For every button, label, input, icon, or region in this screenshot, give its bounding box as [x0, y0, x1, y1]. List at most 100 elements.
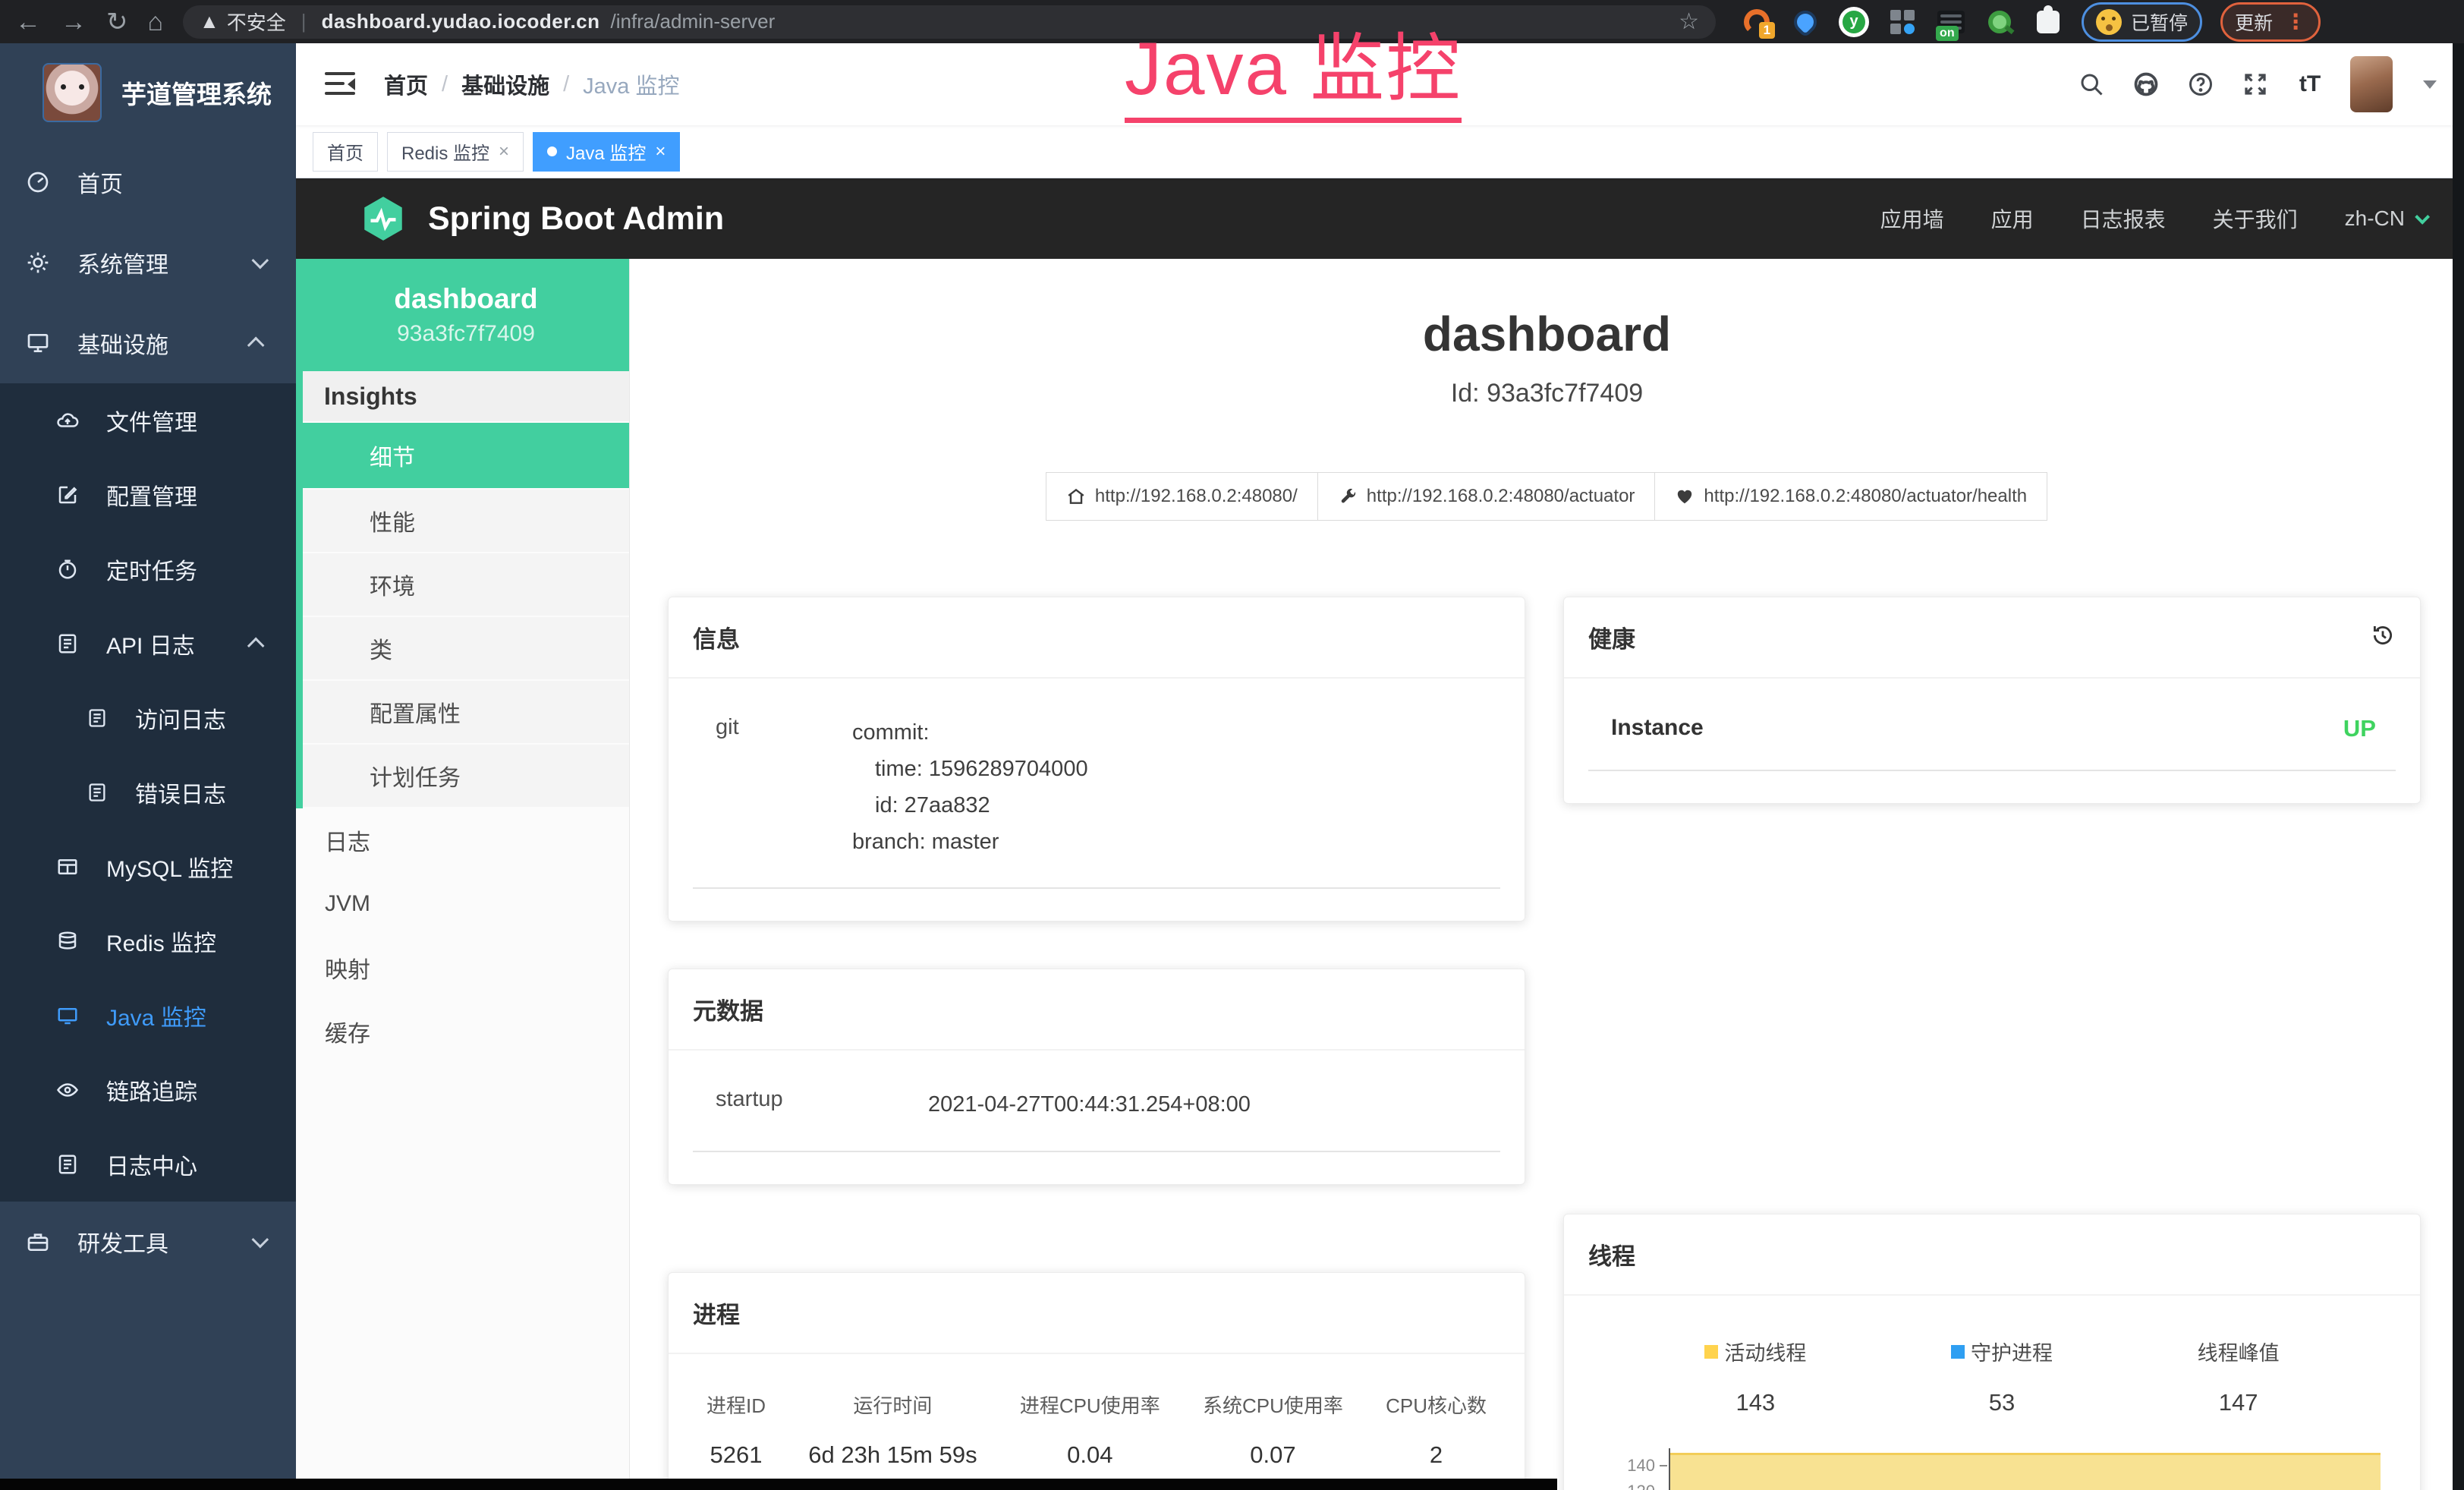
log-edit-icon: [87, 782, 108, 803]
metadata-key: startup: [693, 1087, 928, 1123]
stat-label: 进程CPU使用率: [1020, 1391, 1160, 1419]
sidebar-item-home[interactable]: 首页: [0, 142, 296, 222]
forward-icon[interactable]: →: [61, 9, 87, 35]
search-icon[interactable]: [2077, 70, 2106, 99]
extension-magnifier-icon[interactable]: [1984, 7, 2015, 37]
close-icon[interactable]: ×: [499, 141, 509, 162]
chevron-down-icon: [252, 1231, 269, 1249]
sba-nav-wallboard[interactable]: 应用墙: [1880, 203, 1944, 234]
stat-label: 进程ID: [706, 1391, 766, 1419]
git-branch-line: branch: master: [852, 824, 1088, 861]
menu-item-jvm[interactable]: JVM: [296, 872, 629, 936]
sidebar-item-tracing[interactable]: 链路追踪: [0, 1053, 296, 1127]
service-url-button[interactable]: http://192.168.0.2:48080/: [1046, 472, 1318, 521]
sidebar-item-log-center[interactable]: 日志中心: [0, 1127, 296, 1202]
sidebar-item-redis-monitor[interactable]: Redis 监控: [0, 904, 296, 978]
active-dot-icon: [547, 146, 557, 156]
close-icon[interactable]: ×: [655, 141, 666, 162]
font-size-icon[interactable]: tT: [2296, 70, 2324, 99]
sidebar-item-infra[interactable]: 基础设施: [0, 303, 296, 383]
extension-orange-icon[interactable]: 1: [1742, 7, 1772, 37]
sidebar-item-label: API 日志: [106, 627, 195, 660]
extension-list-icon[interactable]: on: [1936, 7, 1966, 37]
stat-value: 2: [1386, 1441, 1487, 1469]
extension-grid-icon[interactable]: [1887, 7, 1918, 37]
sba-nav-applications[interactable]: 应用: [1991, 203, 2034, 234]
user-avatar[interactable]: [2350, 56, 2393, 112]
tags-view-bar: 首页 Redis 监控 × Java 监控 ×: [296, 125, 2464, 178]
menu-item-scheduled-tasks[interactable]: 计划任务: [303, 745, 629, 808]
sidebar-item-system[interactable]: 系统管理: [0, 222, 296, 303]
github-icon[interactable]: [2132, 70, 2160, 99]
paused-label: 已暂停: [2131, 8, 2188, 36]
sidebar-item-access-log[interactable]: 访问日志: [0, 681, 296, 755]
sidebar-item-label: 系统管理: [77, 246, 168, 279]
sba-nav-about[interactable]: 关于我们: [2213, 203, 2298, 234]
insights-group-header[interactable]: Insights: [303, 371, 629, 423]
breadcrumb-infra[interactable]: 基础设施: [461, 68, 549, 100]
extension-pin-icon[interactable]: [1790, 7, 1820, 37]
sba-header: Spring Boot Admin 应用墙 应用 日志报表 关于我们 zh-CN: [296, 178, 2464, 259]
health-url-button[interactable]: http://192.168.0.2:48080/actuator/health: [1654, 472, 2047, 521]
reload-icon[interactable]: ↻: [106, 9, 128, 35]
sidebar-item-mysql-monitor[interactable]: MySQL 监控: [0, 830, 296, 904]
home-icon[interactable]: ⌂: [148, 9, 164, 35]
tag-java-monitor[interactable]: Java 监控 ×: [533, 132, 680, 172]
sidebar-item-file-mgmt[interactable]: 文件管理: [0, 383, 296, 458]
git-time-line: time: 1596289704000: [852, 751, 1088, 788]
database-icon: [56, 930, 79, 953]
page-scrollbar[interactable]: [2453, 43, 2464, 1490]
profile-paused-pill[interactable]: 已暂停: [2082, 2, 2202, 42]
fullscreen-icon[interactable]: [2241, 70, 2270, 99]
process-stat: CPU核心数 2: [1386, 1391, 1487, 1469]
bookmark-star-icon[interactable]: ☆: [1679, 8, 1699, 35]
breadcrumb-home[interactable]: 首页: [384, 68, 428, 100]
gauge-icon: [26, 170, 50, 194]
sidebar-collapse-icon[interactable]: [325, 72, 355, 96]
card-title: 线程: [1588, 1237, 1635, 1271]
menu-item-classes[interactable]: 类: [303, 617, 629, 681]
sidebar-item-config-mgmt[interactable]: 配置管理: [0, 458, 296, 532]
menu-item-logs[interactable]: 日志: [296, 808, 629, 872]
back-icon[interactable]: ←: [15, 9, 41, 35]
kebab-menu-icon[interactable]: ⋮: [2285, 9, 2306, 34]
instance-header[interactable]: dashboard 93a3fc7f7409: [296, 259, 629, 371]
sba-language-select[interactable]: zh-CN: [2345, 206, 2426, 231]
menu-item-caches[interactable]: 缓存: [296, 1000, 629, 1063]
menu-item-mappings[interactable]: 映射: [296, 936, 629, 1000]
extension-y-icon[interactable]: y: [1839, 7, 1869, 37]
sba-brand[interactable]: Spring Boot Admin: [358, 194, 724, 244]
sidebar-item-api-log[interactable]: API 日志: [0, 606, 296, 681]
brand-row[interactable]: 芋道管理系统: [0, 43, 296, 142]
sidebar-item-error-log[interactable]: 错误日志: [0, 755, 296, 830]
help-icon[interactable]: [2186, 70, 2215, 99]
card-title: 元数据: [693, 992, 763, 1026]
stat-label: 系统CPU使用率: [1203, 1391, 1343, 1419]
home-icon: [1066, 487, 1086, 506]
sba-sidebar: dashboard 93a3fc7f7409 Insights 细节 性能 环境…: [296, 259, 630, 1490]
tag-home[interactable]: 首页: [313, 132, 378, 172]
avatar-caret-icon[interactable]: [2423, 80, 2437, 89]
menu-item-details[interactable]: 细节: [303, 423, 629, 490]
menu-item-metrics[interactable]: 性能: [303, 490, 629, 553]
chrome-update-button[interactable]: 更新 ⋮: [2220, 2, 2321, 42]
sidebar-item-dev-tools[interactable]: 研发工具: [0, 1202, 296, 1282]
y-tick: 140: [1616, 1456, 1655, 1476]
sidebar-item-scheduled-jobs[interactable]: 定时任务: [0, 532, 296, 606]
history-icon[interactable]: [2370, 622, 2396, 652]
extension-puzzle-icon[interactable]: [2033, 7, 2063, 37]
sba-hexagon-logo-icon: [358, 194, 408, 244]
update-label: 更新: [2235, 8, 2273, 36]
process-stat: 运行时间 6d 23h 15m 59s: [808, 1391, 977, 1469]
monitor-icon: [56, 1004, 79, 1027]
security-warning[interactable]: ▲ 不安全: [200, 8, 286, 36]
stat-label: 运行时间: [808, 1391, 977, 1419]
sidebar-item-java-monitor[interactable]: Java 监控: [0, 978, 296, 1053]
menu-item-config-props[interactable]: 配置属性: [303, 681, 629, 745]
tag-redis-monitor[interactable]: Redis 监控 ×: [387, 132, 524, 172]
menu-item-environment[interactable]: 环境: [303, 553, 629, 617]
stat-value: 6d 23h 15m 59s: [808, 1441, 977, 1469]
sba-nav-journal[interactable]: 日志报表: [2081, 203, 2166, 234]
address-bar[interactable]: ▲ 不安全 | dashboard.yudao.iocoder.cn /infr…: [183, 5, 1716, 39]
actuator-url-button[interactable]: http://192.168.0.2:48080/actuator: [1317, 472, 1656, 521]
